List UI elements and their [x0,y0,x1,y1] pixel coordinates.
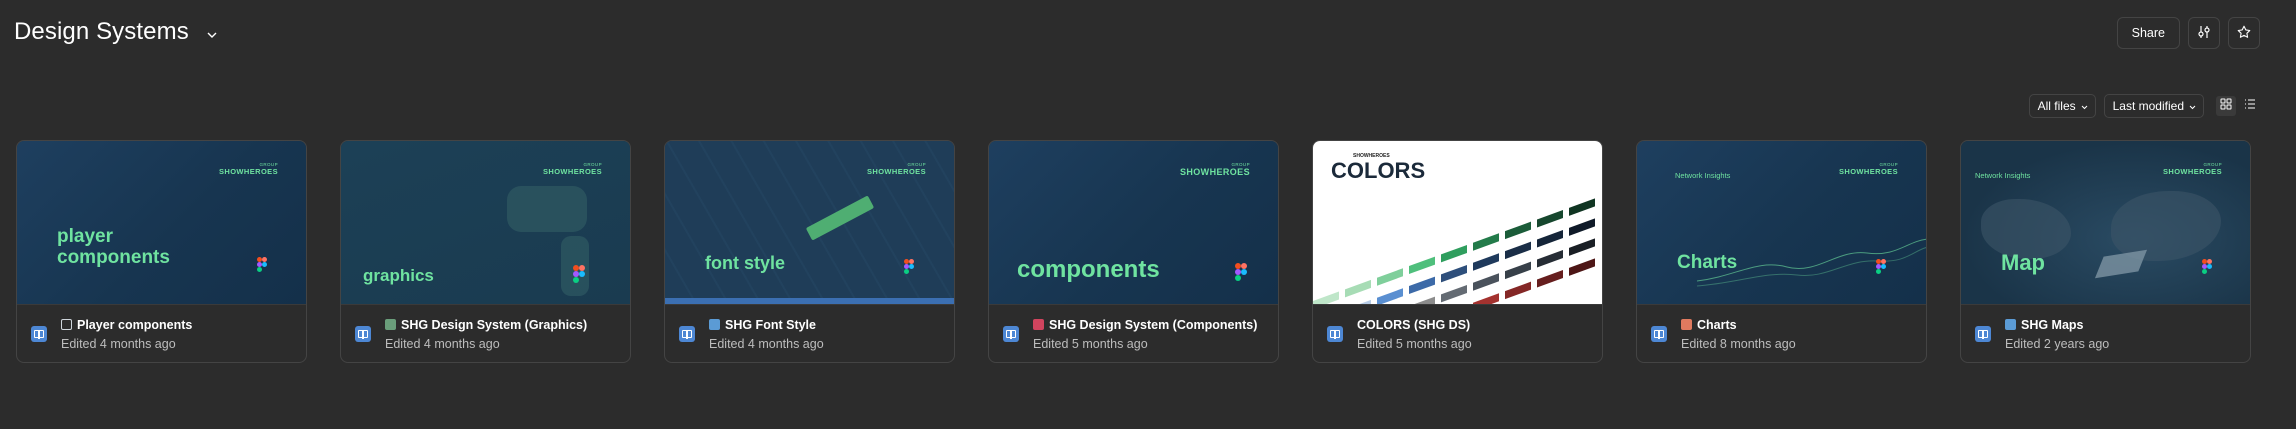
file-title: COLORS (SHG DS) [1357,317,1471,332]
filter-label: All files [2037,99,2076,113]
grid-icon [2220,97,2232,115]
sort-dropdown[interactable]: Last modified [2103,94,2204,118]
file-title: SHG Design System (Components) [1033,318,1257,332]
file-title: SHG Maps [2005,318,2109,332]
file-edited: Edited 4 months ago [709,336,824,351]
brand-logo: GROUP SHOWHEROES [218,162,278,176]
header: Design Systems [14,14,221,50]
file-toolbar: All files Last modified [2028,94,2260,118]
design-file-icon [1975,326,1991,342]
figma-logo [904,259,914,274]
color-swatches [1313,198,1595,304]
view-toggle [2216,96,2260,116]
design-file-icon [1651,326,1667,342]
map-emoji-icon [2005,318,2016,330]
file-edited: Edited 8 months ago [1681,336,1796,351]
design-file-icon [31,326,47,342]
file-grid: GROUP SHOWHEROES player components Player… [16,140,2251,363]
chevron-down-icon [2189,99,2196,113]
graphic-shape [805,195,875,241]
file-title: SHG Design System (Graphics) [385,318,587,332]
file-edited: Edited 4 months ago [385,336,500,351]
grid-emoji-icon [61,318,72,330]
file-info: SHG Design System (Graphics) Edited 4 mo… [341,305,630,362]
sliders-icon [2197,25,2211,42]
file-thumbnail: Network Insights GROUP SHOWHEROES Map [1961,141,2250,305]
figma-logo [573,265,585,283]
file-edited: Edited 5 months ago [1357,336,1472,351]
brand-logo: GROUP SHOWHEROES [2162,162,2222,176]
favorite-button[interactable] [2228,17,2260,49]
thumbnail-text: components [1017,256,1160,283]
file-info: SHG Maps Edited 2 years ago [1961,305,2250,362]
file-thumbnail: SHOWHEROES COLORS [1313,141,1602,305]
file-card[interactable]: GROUP SHOWHEROES player components Player… [16,140,307,363]
file-thumbnail: GROUP SHOWHEROES font style [665,141,954,305]
thumbnail-text: font style [705,253,786,273]
grid-view-button[interactable] [2216,96,2236,116]
file-card[interactable]: Network Insights GROUP SHOWHEROES Charts … [1636,140,1927,363]
brand-logo: GROUP SHOWHEROES [866,162,926,176]
file-thumbnail: Network Insights GROUP SHOWHEROES Charts [1637,141,1926,305]
file-info: SHG Font Style Edited 4 months ago [665,305,954,362]
map-shape [2111,191,2221,261]
file-card[interactable]: Network Insights GROUP SHOWHEROES Map SHG… [1960,140,2251,363]
map-tile [2094,249,2148,279]
font-emoji-icon [709,318,720,330]
file-thumbnail: GROUP SHOWHEROES components [989,141,1278,305]
figma-logo [1235,263,1247,281]
line-chart-graphic [1696,238,1926,287]
filter-dropdown[interactable]: All files [2028,94,2096,118]
file-thumbnail: GROUP SHOWHEROES player components [17,141,306,305]
figma-logo [1876,259,1886,274]
file-edited: Edited 4 months ago [61,336,176,351]
file-info: Charts Edited 8 months ago [1637,305,1926,362]
design-file-icon [355,326,371,342]
file-card[interactable]: GROUP SHOWHEROES graphics SHG Design Syst… [340,140,631,363]
file-title: SHG Font Style [709,318,824,332]
thumbnail-text: graphics [363,266,434,285]
design-file-icon [1003,326,1019,342]
file-thumbnail: GROUP SHOWHEROES graphics [341,141,630,305]
page-title: Design Systems [14,18,189,45]
file-card[interactable]: GROUP SHOWHEROES font style SHG Font Styl… [664,140,955,363]
briefcase-emoji-icon [1033,318,1044,330]
thumbnail-text: Charts [1677,252,1738,273]
file-card[interactable]: GROUP SHOWHEROES components SHG Design Sy… [988,140,1279,363]
settings-button[interactable] [2188,17,2220,49]
file-info: COLORS (SHG DS) Edited 5 months ago [1313,305,1602,362]
list-view-button[interactable] [2240,96,2260,116]
figma-logo [2202,259,2212,274]
sort-label: Last modified [2112,99,2184,113]
brand-logo: GROUP SHOWHEROES [1179,162,1250,177]
network-insights-logo: Network Insights [1975,171,2031,180]
share-button[interactable]: Share [2116,17,2180,49]
file-edited: Edited 5 months ago [1033,336,1148,351]
file-edited: Edited 2 years ago [2005,336,2110,351]
file-title: Player components [61,318,192,332]
file-card[interactable]: SHOWHEROES COLORS COLORS (SHG DS) Edited… [1312,140,1603,363]
picture-emoji-icon [385,318,396,330]
thumbnail-bar [665,298,954,304]
design-file-icon [1327,326,1343,342]
star-icon [2237,25,2251,42]
thumbnail-text: Map [2001,250,2045,275]
figma-logo [257,257,267,272]
thumbnail-text: player components [57,226,170,268]
rocket-emoji-icon [1681,318,1692,330]
header-actions: Share [2116,17,2260,49]
brand-logo: GROUP SHOWHEROES [542,162,602,176]
list-icon [2244,97,2256,115]
file-info: SHG Design System (Components) Edited 5 … [989,305,1278,362]
design-file-icon [679,326,695,342]
chevron-down-icon[interactable] [203,26,221,44]
file-title: Charts [1681,318,1796,332]
file-info: Player components Edited 4 months ago [17,305,306,362]
graphic-shape [507,186,587,232]
chevron-down-icon [2081,99,2088,113]
